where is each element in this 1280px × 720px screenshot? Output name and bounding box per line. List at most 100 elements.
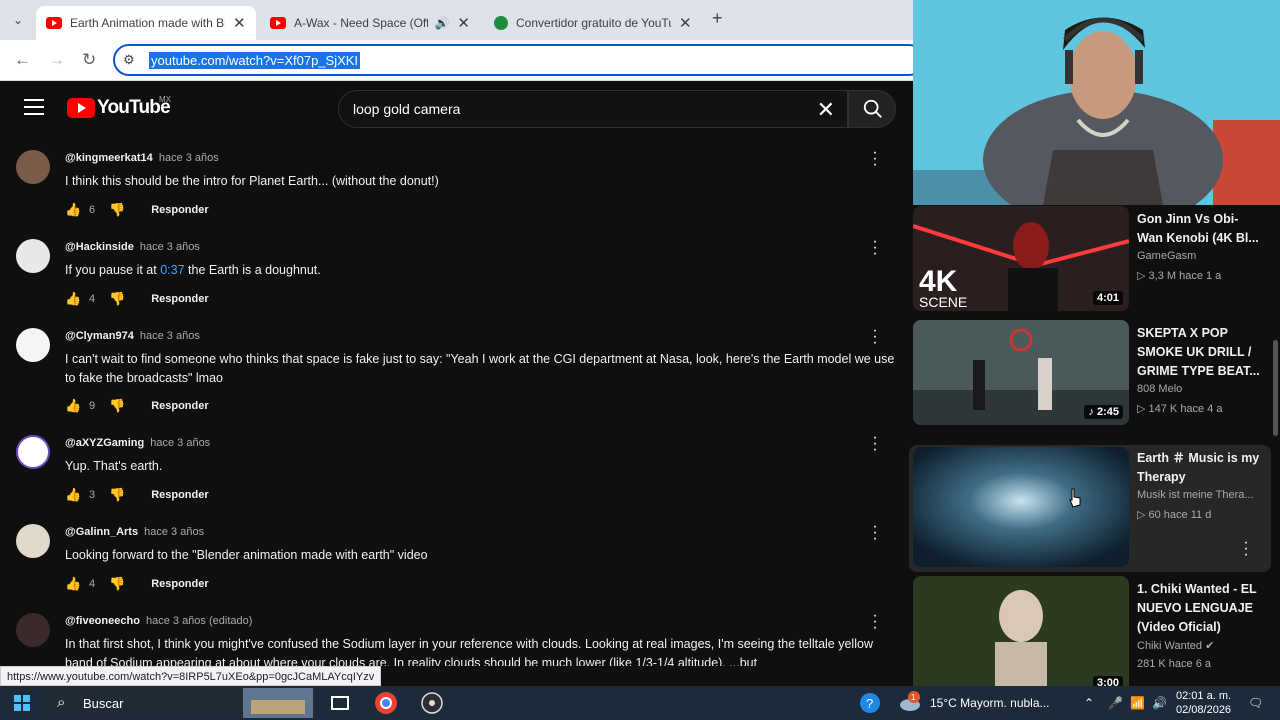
obs-studio-icon[interactable]	[420, 691, 444, 715]
avatar[interactable]	[16, 435, 50, 469]
comment-text-part: If you pause it at	[65, 263, 161, 277]
dislike-icon[interactable]: 👎	[109, 398, 125, 414]
close-tab-icon[interactable]: ✕	[679, 14, 692, 32]
site-settings-icon[interactable]: ⚙	[123, 52, 135, 68]
menu-icon[interactable]	[24, 99, 44, 120]
dislike-icon[interactable]: 👎	[109, 487, 125, 503]
video-title[interactable]: Earth ＃ Music is my Therapy	[1137, 449, 1262, 487]
comment-time[interactable]: hace 3 años	[150, 437, 210, 449]
like-icon[interactable]: 👍	[65, 488, 81, 502]
more-options-icon[interactable]: · · ·	[870, 323, 880, 351]
tab-title: Convertidor gratuito de YouTube	[516, 16, 671, 30]
tab-earth-animation[interactable]: Earth Animation made with Blender ✕	[36, 6, 256, 40]
comment-time[interactable]: hace 3 años (editado)	[146, 615, 252, 627]
video-thumbnail[interactable]: 4K SCENE 4:01	[913, 206, 1129, 311]
video-title[interactable]: Gon Jinn Vs Obi-Wan Kenobi (4K Bl...	[1137, 210, 1262, 248]
channel-name[interactable]: GameGasm	[1137, 250, 1267, 262]
task-view-icon[interactable]	[328, 691, 352, 715]
clear-search-icon[interactable]: ✕	[817, 97, 835, 123]
microphone-icon[interactable]: 🎤	[1108, 696, 1123, 710]
comment-time[interactable]: hace 3 años	[140, 241, 200, 253]
like-icon[interactable]: 👍	[65, 577, 81, 591]
sidebar-scrollbar[interactable]	[1273, 340, 1278, 436]
more-options-icon[interactable]: · · ·	[870, 519, 880, 547]
like-icon[interactable]: 👍	[65, 203, 81, 217]
forward-arrow-icon[interactable]: →	[48, 50, 65, 70]
chrome-icon[interactable]	[374, 691, 398, 715]
author-handle[interactable]: @kingmeerkat14	[65, 152, 153, 164]
reply-button[interactable]: Responder	[151, 204, 208, 216]
close-tab-icon[interactable]: ✕	[457, 14, 470, 32]
tab-a-wax[interactable]: A-Wax - Need Space (Official 🔊 ✕	[260, 6, 480, 40]
notifications-icon[interactable]: 🗨	[1248, 696, 1263, 710]
channel-name[interactable]: Musik ist meine Thera...	[1137, 489, 1267, 501]
video-thumbnail[interactable]: 3:00	[913, 576, 1129, 686]
author-handle[interactable]: @fiveoneecho	[65, 615, 140, 627]
search-query[interactable]: loop gold camera	[353, 101, 460, 117]
reply-button[interactable]: Responder	[151, 400, 208, 412]
more-options-icon[interactable]: · · ·	[1241, 535, 1251, 563]
search-button[interactable]	[848, 90, 896, 128]
back-arrow-icon[interactable]: ←	[14, 50, 31, 70]
reload-icon[interactable]: ↻	[82, 50, 96, 70]
windows-start-icon[interactable]	[14, 695, 30, 711]
search-icon: ⌕	[57, 694, 66, 711]
like-icon[interactable]: 👍	[65, 399, 81, 413]
clock[interactable]: 02:01 a. m. 02/08/2026	[1176, 689, 1231, 717]
avatar[interactable]	[16, 328, 50, 362]
reply-button[interactable]: Responder	[151, 293, 208, 305]
youtube-logo[interactable]: YouTube MX	[67, 95, 171, 119]
search-input[interactable]: loop gold camera ✕	[338, 90, 848, 128]
close-tab-icon[interactable]: ✕	[233, 14, 246, 32]
author-handle[interactable]: @Hackinside	[65, 241, 134, 253]
tab-convertidor[interactable]: Convertidor gratuito de YouTube ✕	[484, 6, 704, 40]
comment-time[interactable]: hace 3 años	[159, 152, 219, 164]
channel-name[interactable]: Chiki Wanted ✔	[1137, 639, 1267, 652]
dislike-icon[interactable]: 👎	[109, 291, 125, 307]
reply-button[interactable]: Responder	[151, 578, 208, 590]
comment-time[interactable]: hace 3 años	[144, 526, 204, 538]
comment-author: @aXYZGaming hace 3 años	[65, 437, 210, 449]
youtube-header: YouTube MX loop gold camera ✕	[0, 82, 913, 136]
url-text[interactable]: youtube.com/watch?v=Xf07p_SjXKI	[149, 52, 361, 69]
channel-name[interactable]: 808 Melo	[1137, 383, 1267, 395]
recommendation-item[interactable]: 3:00 1. Chiki Wanted - EL NUEVO LENGUAJE…	[909, 576, 1271, 686]
like-icon[interactable]: 👍	[65, 292, 81, 306]
new-tab-icon[interactable]: +	[712, 8, 723, 29]
tab-search-chevron-icon[interactable]: ⌄	[8, 10, 28, 30]
chevron-up-icon[interactable]: ⌃	[1084, 696, 1094, 710]
more-options-icon[interactable]: · · ·	[870, 145, 880, 173]
video-title[interactable]: 1. Chiki Wanted - EL NUEVO LENGUAJE (Vid…	[1137, 580, 1262, 637]
reply-button[interactable]: Responder	[151, 489, 208, 501]
youtube-favicon-icon	[270, 17, 286, 29]
more-options-icon[interactable]: · · ·	[870, 234, 880, 262]
recommendation-item[interactable]: 4K SCENE 4:01 Gon Jinn Vs Obi-Wan Kenobi…	[909, 206, 1271, 326]
author-handle[interactable]: @Clyman974	[65, 330, 134, 342]
channel-name-text[interactable]: Chiki Wanted	[1137, 640, 1202, 652]
recommendation-item[interactable]: Earth ＃ Music is my Therapy Musik ist me…	[909, 445, 1271, 572]
video-thumbnail[interactable]	[913, 447, 1129, 567]
avatar[interactable]	[16, 150, 50, 184]
avatar[interactable]	[16, 524, 50, 558]
taskbar-search-box[interactable]: ⌕ Buscar	[45, 688, 315, 718]
audio-playing-icon[interactable]: 🔊	[434, 16, 449, 30]
timestamp-link[interactable]: 0:37	[160, 263, 184, 277]
author-handle[interactable]: @aXYZGaming	[65, 437, 144, 449]
dislike-icon[interactable]: 👎	[109, 576, 125, 592]
comment-time[interactable]: hace 3 años	[140, 330, 200, 342]
help-icon[interactable]: ?	[858, 691, 882, 715]
weather-text[interactable]: 15°C Mayorm. nubla...	[930, 696, 1050, 710]
avatar[interactable]	[16, 613, 50, 647]
more-options-icon[interactable]: · · ·	[870, 430, 880, 458]
more-options-icon[interactable]: · · ·	[870, 608, 880, 636]
weather-cloud-icon[interactable]: 1	[898, 691, 922, 715]
avatar[interactable]	[16, 239, 50, 273]
dislike-icon[interactable]: 👎	[109, 202, 125, 218]
video-thumbnail[interactable]: ♪ 2:45	[913, 320, 1129, 425]
wifi-icon[interactable]: 📶	[1130, 696, 1145, 710]
author-handle[interactable]: @Galinn_Arts	[65, 526, 138, 538]
video-title[interactable]: SKEPTA X POP SMOKE UK DRILL / GRIME TYPE…	[1137, 324, 1262, 381]
volume-icon[interactable]: 🔊	[1152, 696, 1167, 710]
recommendation-item[interactable]: ♪ 2:45 SKEPTA X POP SMOKE UK DRILL / GRI…	[909, 320, 1271, 440]
address-bar[interactable]: ⚙ youtube.com/watch?v=Xf07p_SjXKI	[113, 44, 925, 76]
